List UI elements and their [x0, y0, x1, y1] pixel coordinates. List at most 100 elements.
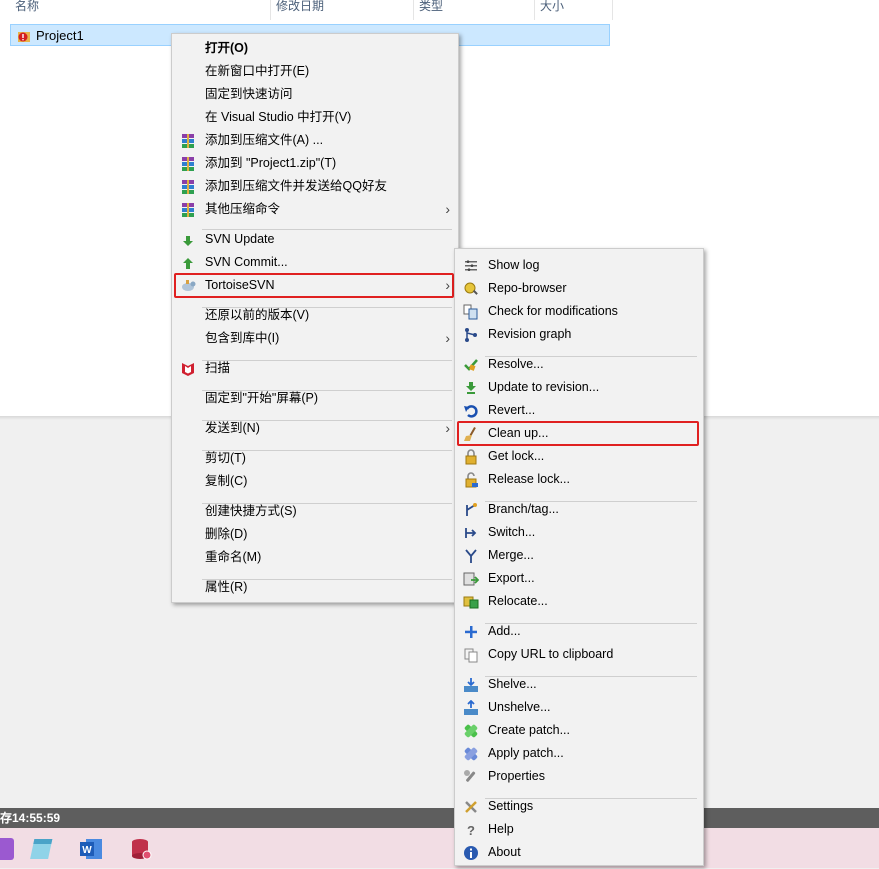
context-menu-item[interactable]: 添加到 "Project1.zip"(T) [172, 152, 458, 175]
svn-menu-item-label: About [488, 845, 521, 859]
word-icon[interactable]: W [78, 836, 104, 862]
context-menu-item[interactable]: 还原以前的版本(V) [172, 304, 458, 327]
context-menu-item[interactable]: 在新窗口中打开(E) [172, 60, 458, 83]
svn-menu-item[interactable]: Copy URL to clipboard [455, 643, 703, 666]
export-icon [463, 571, 480, 587]
context-menu-item[interactable]: 固定到快速访问 [172, 83, 458, 106]
svn-menu-item-label: Switch... [488, 525, 536, 539]
svn-menu-item[interactable]: Repo-browser [455, 277, 703, 300]
svn-commit-icon [180, 255, 196, 271]
context-menu-item[interactable]: 删除(D) [172, 523, 458, 546]
help-icon: ? [463, 822, 479, 838]
status-time: 存14:55:59 [0, 811, 61, 825]
context-menu-item-label: 添加到 "Project1.zip"(T) [205, 156, 337, 170]
context-menu-item[interactable]: 在 Visual Studio 中打开(V) [172, 106, 458, 129]
context-menu-item-label: 发送到(N) [205, 421, 260, 435]
context-menu-item-label: 添加到压缩文件(A) ... [205, 133, 324, 147]
database-icon[interactable] [128, 836, 154, 862]
svn-menu-item[interactable]: Apply patch... [455, 742, 703, 765]
svn-menu-item[interactable]: About [455, 841, 703, 864]
context-menu-item[interactable]: 添加到压缩文件(A) ... [172, 129, 458, 152]
svn-menu-item[interactable]: Switch... [455, 521, 703, 544]
column-separator [413, 0, 414, 20]
svg-text:W: W [82, 845, 92, 856]
svn-update-icon [180, 232, 196, 248]
svn-menu-item[interactable]: Create patch... [455, 719, 703, 742]
svn-menu-item[interactable]: Properties [455, 765, 703, 788]
column-header-size[interactable]: 大小 [540, 0, 564, 20]
svn-menu-item[interactable]: Add... [455, 620, 703, 643]
highlight-box [457, 421, 699, 446]
context-menu-item[interactable]: SVN Update [172, 228, 458, 251]
lock-icon [463, 449, 479, 465]
switch-icon [463, 525, 479, 541]
svn-menu-item[interactable]: Revert... [455, 399, 703, 422]
context-menu-item[interactable]: 剪切(T) [172, 447, 458, 470]
context-menu-item[interactable]: 发送到(N) › [172, 417, 458, 440]
context-menu-item-label: 打开(O) [205, 41, 249, 55]
svn-menu-item[interactable]: Relocate... [455, 590, 703, 613]
shelve-icon [463, 677, 479, 693]
context-menu-item[interactable]: 属性(R) [172, 576, 458, 599]
svn-menu-item[interactable]: Unshelve... [455, 696, 703, 719]
column-separator [534, 0, 535, 20]
svn-menu-item[interactable]: Branch/tag... [455, 498, 703, 521]
context-menu-item-label: 删除(D) [205, 527, 248, 541]
add-icon [463, 624, 479, 640]
svn-menu-item[interactable]: Shelve... [455, 673, 703, 696]
column-header-type[interactable]: 类型 [419, 0, 443, 20]
chevron-right-icon: › [445, 201, 450, 217]
context-menu-item[interactable]: 重命名(M) [172, 546, 458, 569]
context-menu-item[interactable]: 包含到库中(I) › [172, 327, 458, 350]
svn-menu-item[interactable]: Revision graph [455, 323, 703, 346]
context-menu-item-label: 属性(R) [205, 580, 248, 594]
winrar-icon [180, 156, 196, 172]
notepad-icon[interactable] [30, 836, 56, 862]
context-menu-item-label: 添加到压缩文件并发送给QQ好友 [205, 179, 387, 193]
chevron-right-icon: › [445, 330, 450, 346]
onenote-icon[interactable] [0, 836, 16, 862]
context-menu-item[interactable]: TortoiseSVN › [172, 273, 458, 298]
svn-menu-item[interactable]: Update to revision... [455, 376, 703, 399]
svn-menu-item[interactable]: Show log [455, 254, 703, 277]
svn-menu-item[interactable]: Get lock... [455, 445, 703, 468]
context-menu-item[interactable]: SVN Commit... [172, 251, 458, 274]
svn-menu-item[interactable]: ? Help [455, 818, 703, 841]
update-revision-icon [463, 380, 479, 396]
svn-menu-item[interactable]: Check for modifications [455, 300, 703, 323]
svn-menu-item[interactable]: Release lock... [455, 468, 703, 491]
svn-menu-item-label: Shelve... [488, 677, 537, 691]
repo-browser-icon [463, 281, 479, 297]
context-menu-item[interactable]: 复制(C) [172, 470, 458, 493]
check-modifications-icon [463, 304, 479, 320]
svn-menu-item[interactable]: Settings [455, 795, 703, 818]
svn-menu-item[interactable]: Export... [455, 567, 703, 590]
column-header-name[interactable]: 名称 [15, 0, 39, 20]
context-menu-item[interactable]: 添加到压缩文件并发送给QQ好友 [172, 175, 458, 198]
context-menu-item[interactable]: 其他压缩命令 › [172, 198, 458, 221]
unlock-icon [463, 472, 479, 488]
svn-menu-item[interactable]: Merge... [455, 544, 703, 567]
column-header-modified[interactable]: 修改日期 [276, 0, 324, 20]
svn-menu-item[interactable]: Clean up... [455, 421, 703, 446]
unshelve-icon [463, 699, 479, 716]
file-name: Project1 [36, 28, 84, 43]
svn-menu-item-label: Relocate... [488, 594, 548, 608]
context-menu-item-label: 复制(C) [205, 474, 248, 488]
context-menu-item[interactable]: 固定到"开始"屏幕(P) [172, 387, 458, 410]
svn-menu-item-label: Update to revision... [488, 380, 600, 394]
context-menu-item-label: 重命名(M) [205, 550, 262, 564]
context-menu-item[interactable]: 扫描 [172, 357, 458, 380]
context-menu-item-label: 还原以前的版本(V) [205, 308, 310, 322]
settings-icon [463, 799, 479, 815]
context-menu: 打开(O) 在新窗口中打开(E) 固定到快速访问在 Visual Studio 中打… [171, 33, 459, 603]
winrar-icon [180, 133, 196, 149]
log-icon [463, 258, 479, 274]
winrar-icon [180, 179, 196, 195]
svg-text:?: ? [467, 823, 475, 838]
svn-menu-item[interactable]: Resolve... [455, 353, 703, 376]
context-menu-item-label: 其他压缩命令 [205, 202, 281, 216]
context-menu-item[interactable]: 打开(O) [172, 37, 458, 60]
context-menu-item[interactable]: 创建快捷方式(S) [172, 500, 458, 523]
svn-menu-item-label: Help [488, 822, 514, 836]
